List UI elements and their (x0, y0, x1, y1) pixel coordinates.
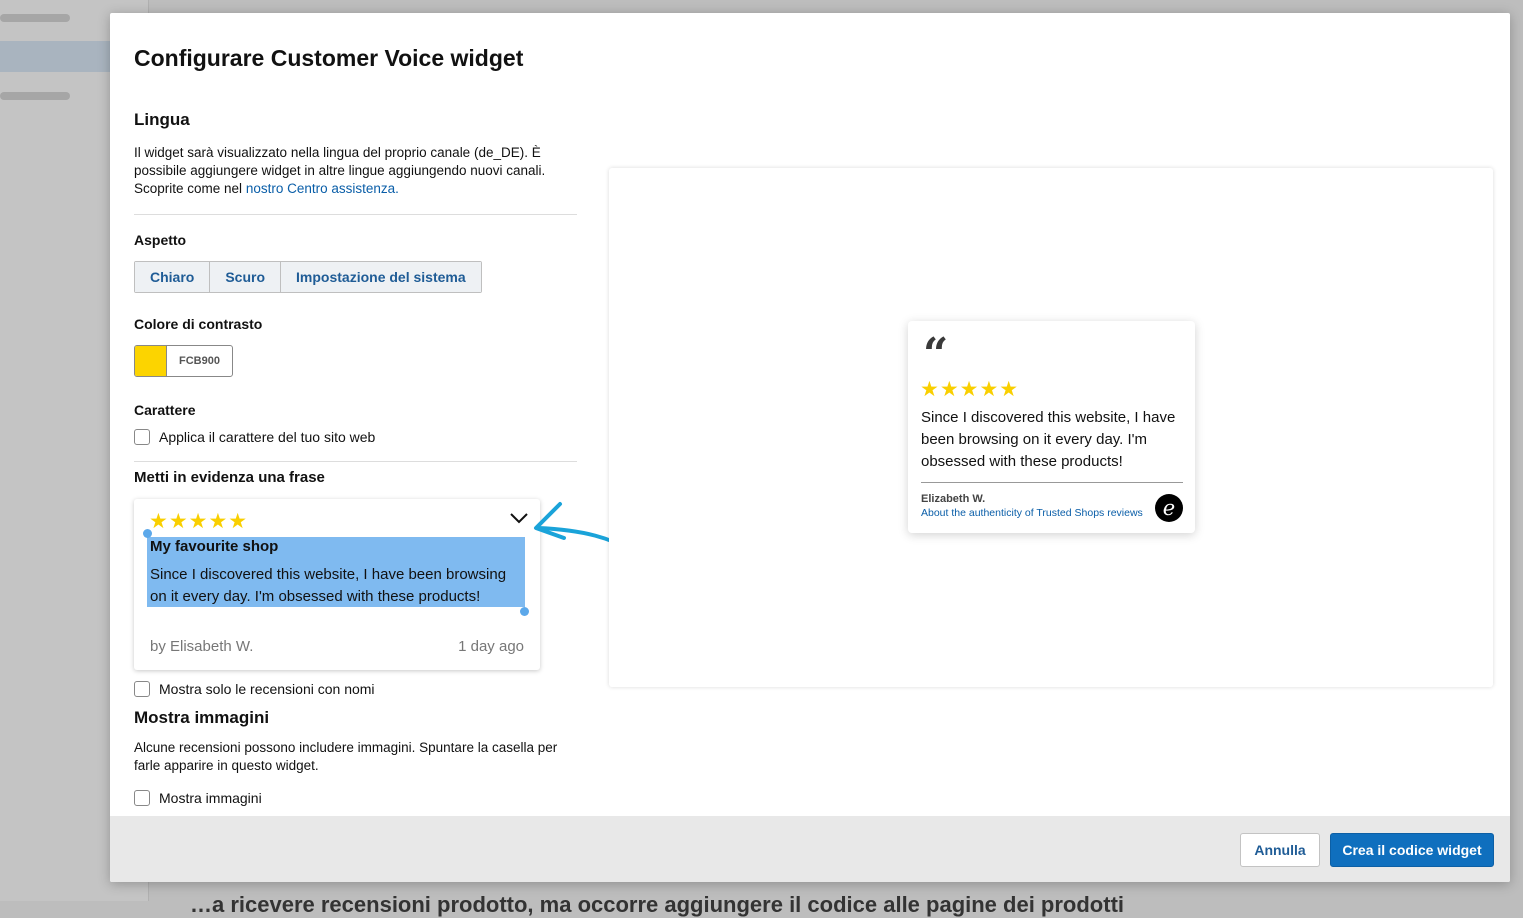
preview-divider (921, 482, 1183, 483)
color-hex-value[interactable]: FCB900 (167, 346, 232, 376)
trusted-shops-logo-icon: e (1155, 494, 1183, 522)
language-description: Il widget sarà visualizzato nella lingua… (134, 144, 566, 198)
appearance-label: Aspetto (134, 232, 187, 248)
review-date: 1 day ago (458, 638, 524, 655)
help-center-link[interactable]: nostro Centro assistenza. (246, 181, 399, 196)
highlight-review-card[interactable]: ★★★★★ My favourite shop Since I discover… (134, 499, 540, 670)
review-stars: ★★★★★ (149, 510, 249, 533)
appearance-segmented-control: Chiaro Scuro Impostazione del sistema (134, 261, 482, 293)
logo-letter: e (1162, 496, 1176, 520)
preview-review-text: Since I discovered this website, I have … (921, 409, 1176, 470)
color-swatch[interactable] (135, 346, 167, 376)
preview-stars: ★★★★★ (920, 378, 1020, 401)
cancel-button[interactable]: Annulla (1240, 833, 1320, 867)
create-widget-code-button[interactable]: Crea il codice widget (1330, 833, 1494, 867)
show-images-label: Mostra immagini (159, 790, 262, 806)
show-images-option[interactable]: Mostra immagini (134, 790, 262, 806)
highlight-heading: Metti in evidenza una frase (134, 469, 325, 486)
preview-author: Elizabeth W. (921, 493, 986, 505)
selection-start-handle[interactable] (143, 529, 152, 538)
background-page-text: …a ricevere recensioni prodotto, ma occo… (190, 892, 1125, 917)
modal-title: Configurare Customer Voice widget (134, 45, 524, 71)
widget-preview-panel: “ ★★★★★ Since I discovered this website,… (609, 168, 1493, 687)
show-images-checkbox[interactable] (134, 790, 150, 806)
divider (134, 461, 577, 462)
font-label: Carattere (134, 402, 196, 418)
names-only-option[interactable]: Mostra solo le recensioni con nomi (134, 681, 375, 697)
authenticity-link[interactable]: About the authenticity of Trusted Shops … (921, 507, 1143, 519)
preview-review-card: “ ★★★★★ Since I discovered this website,… (908, 321, 1195, 533)
background-sidebar-item (0, 92, 70, 100)
language-heading: Lingua (134, 110, 190, 129)
divider (134, 214, 577, 215)
review-text-line1: Since I discovered this website, I have … (150, 566, 507, 583)
contrast-color-picker[interactable]: FCB900 (134, 345, 233, 377)
configure-widget-modal: Configurare Customer Voice widget Lingua… (110, 13, 1510, 882)
images-heading: Mostra immagini (134, 708, 270, 727)
settings-panel: Lingua Il widget sarà visualizzato nella… (134, 110, 577, 462)
review-title: My favourite shop (150, 538, 279, 555)
contrast-color-label: Colore di contrasto (134, 316, 263, 332)
names-only-checkbox[interactable] (134, 681, 150, 697)
background-sidebar-item (0, 14, 70, 22)
apply-font-option[interactable]: Applica il carattere del tuo sito web (134, 429, 577, 445)
review-author: by Elisabeth W. (150, 638, 254, 655)
selection-end-handle[interactable] (520, 607, 529, 616)
appearance-option-system[interactable]: Impostazione del sistema (281, 262, 481, 292)
names-only-label: Mostra solo le recensioni con nomi (159, 681, 375, 697)
appearance-option-dark[interactable]: Scuro (210, 262, 282, 292)
appearance-option-light[interactable]: Chiaro (135, 262, 211, 292)
modal-footer: Annulla Crea il codice widget (110, 816, 1510, 882)
review-text-line2: on it every day. I'm obsessed with these… (150, 588, 481, 605)
apply-font-checkbox[interactable] (134, 429, 150, 445)
images-description: Alcune recensioni possono includere imma… (134, 740, 558, 773)
chevron-down-icon[interactable] (509, 511, 529, 525)
quote-mark-icon: “ (923, 329, 949, 380)
apply-font-label: Applica il carattere del tuo sito web (159, 429, 376, 445)
